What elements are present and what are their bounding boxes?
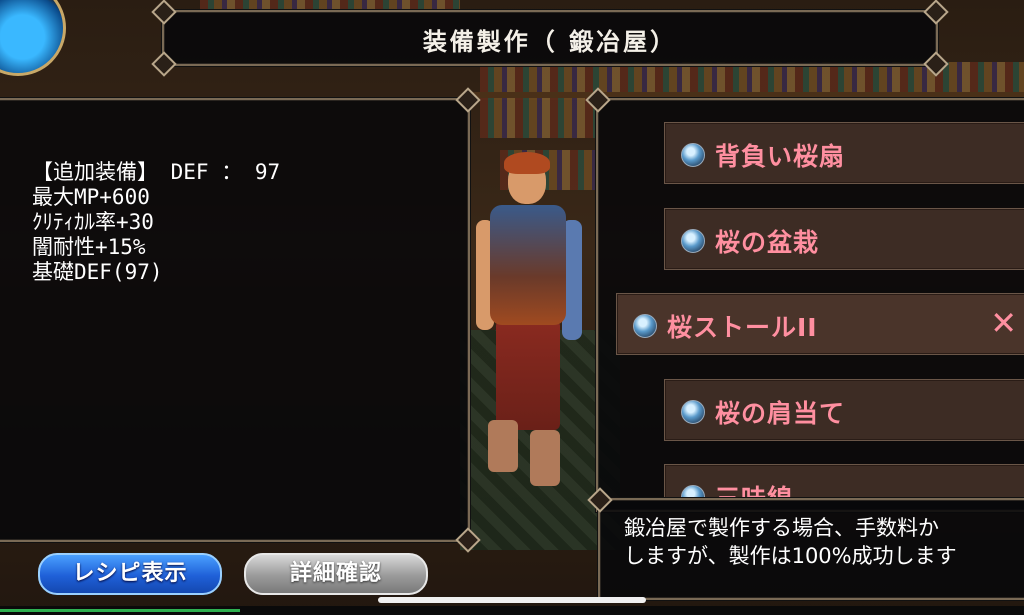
recipe-item[interactable]: 背負い桜扇 <box>664 122 1024 184</box>
player-character <box>468 150 588 510</box>
message-text: 鍛冶屋で製作する場合、手数料か しますが、製作は100%成功します <box>624 514 957 570</box>
recipe-item-label: 背負い桜扇 <box>715 142 846 171</box>
stat-row: 最大MP+600 <box>32 185 150 209</box>
recipe-item[interactable]: 桜の盆栽 <box>664 208 1024 270</box>
recipe-item-label: 桜の肩当て <box>715 399 846 428</box>
stat-row: 基礎DEF(97) <box>32 260 163 284</box>
message-line: 鍛冶屋で製作する場合、手数料か <box>624 516 939 540</box>
potion-icon <box>633 314 657 338</box>
recipe-item-selected[interactable]: 桜ストールII ✕ <box>616 293 1024 355</box>
bookshelf-back <box>200 0 460 10</box>
recipe-item-label: 桜ストールII <box>667 313 818 342</box>
potion-icon <box>681 400 705 424</box>
title-bar: 装備製作（ 鍛冶屋） <box>151 0 949 77</box>
message-line: しますが、製作は100%成功します <box>624 544 957 568</box>
stats-list: 【追加装備】 DEF ： 97 最大MP+600 ｸﾘﾃｨｶﾙ率+30 闇耐性+… <box>32 160 280 285</box>
potion-icon <box>681 229 705 253</box>
detail-check-button[interactable]: 詳細確認 <box>244 553 428 595</box>
message-panel: 鍛冶屋で製作する場合、手数料か しますが、製作は100%成功します <box>587 487 1024 600</box>
stat-row: 【追加装備】 DEF ： 97 <box>32 160 281 184</box>
menu-orb-icon[interactable] <box>0 0 66 76</box>
game-scene: 装備製作（ 鍛冶屋） 【追加装備】 DEF ： 97 最大MP+600 ｸﾘﾃｨ… <box>0 0 1024 615</box>
recipe-item[interactable]: 三味線 <box>664 464 1024 500</box>
character-body <box>490 205 566 325</box>
home-indicator[interactable] <box>378 597 646 603</box>
progress-bar <box>0 606 1024 615</box>
character-boot <box>530 430 560 486</box>
recipe-item-label: 桜の盆栽 <box>715 228 820 257</box>
recipe-display-button[interactable]: レシピ表示 <box>38 553 222 595</box>
character-legs <box>496 320 560 430</box>
bookshelf-middle <box>480 98 595 138</box>
character-hair <box>504 152 550 174</box>
stat-row: ｸﾘﾃｨｶﾙ率+30 <box>32 210 154 234</box>
stat-row: 闇耐性+15% <box>32 235 146 259</box>
recipe-item-label: 三味線 <box>715 484 794 500</box>
recipe-item[interactable]: 桜の肩当て <box>664 379 1024 441</box>
equipment-stats-panel: 【追加装備】 DEF ： 97 最大MP+600 ｸﾘﾃｨｶﾙ率+30 闇耐性+… <box>0 87 481 553</box>
potion-icon <box>681 143 705 167</box>
progress-fill <box>0 609 240 612</box>
character-boot <box>488 420 518 472</box>
page-title: 装備製作（ 鍛冶屋） <box>422 28 678 56</box>
close-icon[interactable]: ✕ <box>990 304 1017 342</box>
